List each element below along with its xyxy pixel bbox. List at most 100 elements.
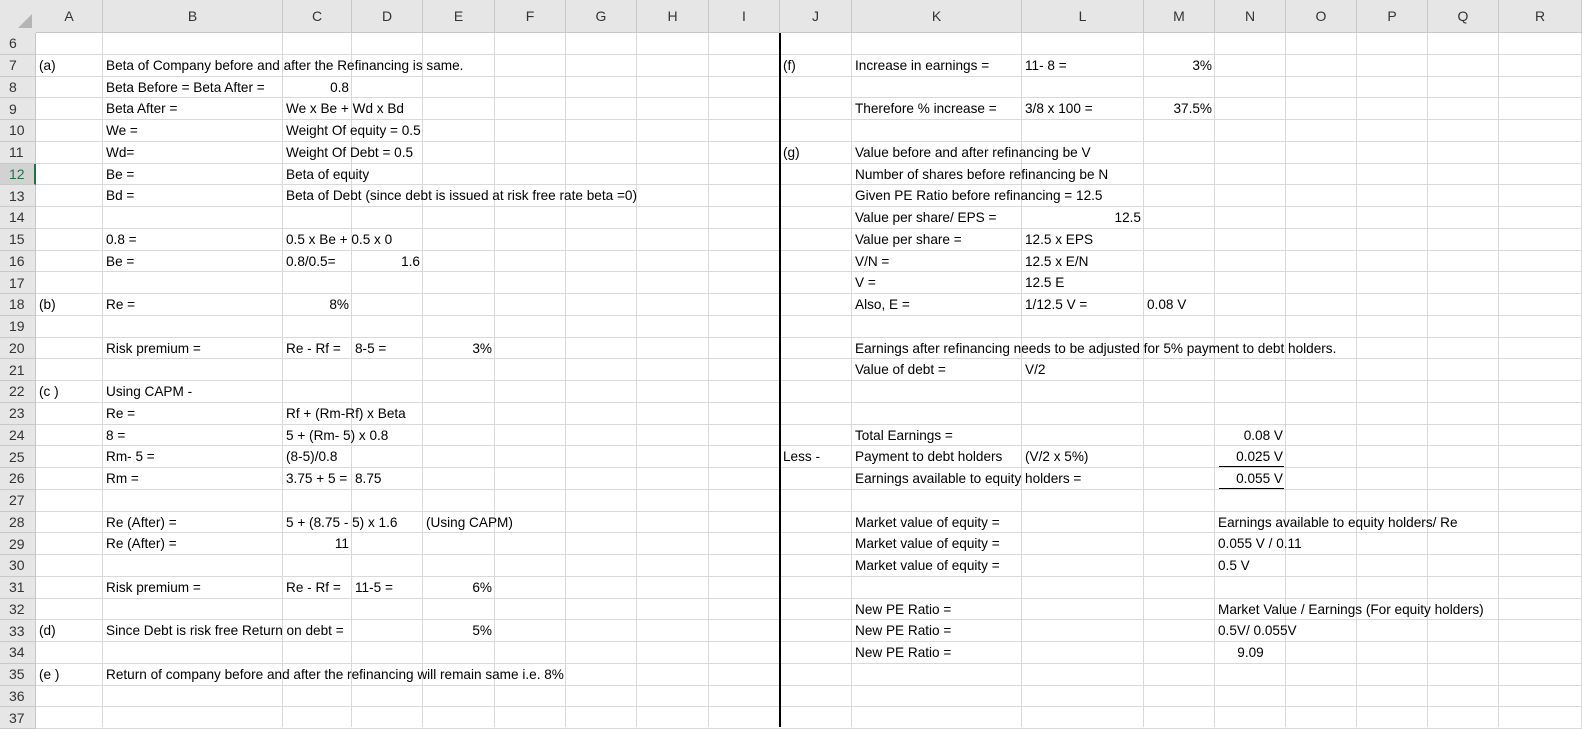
cell-n32[interactable]: Market Value / Earnings (For equity hold… (1215, 599, 1487, 621)
cell-c26[interactable]: 3.75 + 5 = (283, 468, 350, 490)
row-header-23[interactable]: 23 (0, 402, 36, 425)
cell-b28[interactable]: Re (After) = (103, 512, 180, 534)
cell-l18[interactable]: 1/12.5 V = (1022, 294, 1090, 316)
row-header-29[interactable]: 29 (0, 533, 36, 555)
cell-b26[interactable]: Rm = (103, 468, 142, 490)
cell-k11[interactable]: Value before and after refinancing be V (852, 142, 1094, 164)
cell-k26[interactable]: Earnings available to equity holders = (852, 468, 1084, 490)
cell-k14[interactable]: Value per share/ EPS = (852, 207, 999, 229)
row-header-11[interactable]: 11 (0, 141, 36, 164)
row-header-15[interactable]: 15 (0, 228, 36, 251)
cell-a18[interactable]: (b) (36, 294, 59, 316)
cell-k7[interactable]: Increase in earnings = (852, 55, 992, 77)
row-header-28[interactable]: 28 (0, 511, 36, 534)
cell-c24[interactable]: 5 + (Rm- 5) x 0.8 (283, 425, 391, 447)
column-header-g[interactable]: G (566, 0, 637, 33)
column-header-d[interactable]: D (352, 0, 423, 33)
cell-b15[interactable]: 0.8 = (103, 229, 140, 251)
cell-k13[interactable]: Given PE Ratio before refinancing = 12.5 (852, 185, 1105, 207)
cell-b23[interactable]: Re = (103, 403, 138, 425)
column-header-j[interactable]: J (780, 0, 852, 33)
row-header-31[interactable]: 31 (0, 576, 36, 599)
cell-b35[interactable]: Return of company before and after the r… (103, 664, 567, 686)
row-header-7[interactable]: 7 (0, 54, 36, 77)
row-header-35[interactable]: 35 (0, 663, 36, 686)
column-header-n[interactable]: N (1215, 0, 1286, 33)
cell-l7[interactable]: 11- 8 = (1022, 55, 1070, 77)
row-header-17[interactable]: 17 (0, 272, 36, 294)
cell-l16[interactable]: 12.5 x E/N (1022, 251, 1091, 273)
cell-l14[interactable]: 12.5 (1022, 207, 1144, 229)
cell-b8[interactable]: Beta Before = Beta After = (103, 77, 283, 99)
cell-k21[interactable]: Value of debt = (852, 359, 949, 381)
cell-b29[interactable]: Re (After) = (103, 533, 180, 555)
cell-k34[interactable]: New PE Ratio = (852, 642, 954, 664)
cell-k32[interactable]: New PE Ratio = (852, 599, 954, 621)
cell-m18[interactable]: 0.08 V (1144, 294, 1189, 316)
cell-c8[interactable]: 0.8 (283, 77, 352, 99)
column-header-m[interactable]: M (1144, 0, 1215, 33)
cell-c10[interactable]: Weight Of equity = 0.5 (283, 120, 424, 142)
row-header-8[interactable]: 8 (0, 76, 36, 99)
column-header-o[interactable]: O (1286, 0, 1357, 33)
cell-b13[interactable]: Bd = (103, 185, 137, 207)
cell-c20[interactable]: Re - Rf = (283, 338, 344, 360)
cell-j11[interactable]: (g) (780, 142, 803, 164)
cell-c29[interactable]: 11 (283, 533, 352, 555)
row-header-19[interactable]: 19 (0, 315, 36, 338)
row-header-12[interactable]: 12 (0, 163, 36, 186)
cell-n24[interactable]: 0.08 V (1215, 425, 1286, 447)
row-header-36[interactable]: 36 (0, 685, 36, 708)
cell-k20[interactable]: Earnings after refinancing needs to be a… (852, 338, 1339, 360)
row-header-24[interactable]: 24 (0, 424, 36, 447)
cell-b12[interactable]: Be = (103, 164, 137, 186)
cell-d26[interactable]: 8.75 (352, 468, 384, 490)
select-all-corner[interactable] (0, 0, 36, 33)
cell-l17[interactable]: 12.5 E (1022, 272, 1067, 294)
cell-c25[interactable]: (8-5)/0.8 (283, 446, 340, 468)
cell-n34[interactable]: 9.09 (1215, 642, 1286, 664)
row-header-10[interactable]: 10 (0, 120, 36, 142)
column-header-f[interactable]: F (495, 0, 566, 33)
cell-l21[interactable]: V/2 (1022, 359, 1048, 381)
cell-b18[interactable]: Re = (103, 294, 138, 316)
cell-b22[interactable]: Using CAPM - (103, 381, 195, 403)
column-header-q[interactable]: Q (1428, 0, 1499, 33)
cell-b9[interactable]: Beta After = (103, 98, 180, 120)
row-header-32[interactable]: 32 (0, 598, 36, 621)
cell-e31[interactable]: 6% (423, 577, 495, 599)
cell-c13[interactable]: Beta of Debt (since debt is issued at ri… (283, 185, 640, 207)
cell-b11[interactable]: Wd= (103, 142, 137, 164)
row-header-13[interactable]: 13 (0, 185, 36, 207)
cell-b16[interactable]: Be = (103, 251, 137, 273)
column-header-p[interactable]: P (1357, 0, 1428, 33)
column-header-b[interactable]: B (103, 0, 283, 33)
cell-l9[interactable]: 3/8 x 100 = (1022, 98, 1096, 120)
row-header-25[interactable]: 25 (0, 446, 36, 468)
cell-c12[interactable]: Beta of equity (283, 164, 372, 186)
cell-k29[interactable]: Market value of equity = (852, 533, 1003, 555)
column-header-i[interactable]: I (709, 0, 780, 33)
cell-a22[interactable]: (c ) (36, 381, 62, 403)
cell-b25[interactable]: Rm- 5 = (103, 446, 158, 468)
cell-n29[interactable]: 0.055 V / 0.11 (1215, 533, 1305, 555)
cell-c11[interactable]: Weight Of Debt = 0.5 (283, 142, 416, 164)
cell-k16[interactable]: V/N = (852, 251, 892, 273)
cell-l25[interactable]: (V/2 x 5%) (1022, 446, 1091, 468)
cell-c31[interactable]: Re - Rf = (283, 577, 344, 599)
column-header-k[interactable]: K (852, 0, 1022, 33)
row-header-22[interactable]: 22 (0, 381, 36, 403)
cell-a35[interactable]: (e ) (36, 664, 62, 686)
row-header-27[interactable]: 27 (0, 489, 36, 512)
cell-d31[interactable]: 11-5 = (352, 577, 396, 599)
column-header-r[interactable]: R (1499, 0, 1582, 33)
cell-k28[interactable]: Market value of equity = (852, 512, 1003, 534)
cell-e20[interactable]: 3% (423, 338, 495, 360)
cell-k30[interactable]: Market value of equity = (852, 555, 1003, 577)
cell-k33[interactable]: New PE Ratio = (852, 620, 954, 642)
cell-k18[interactable]: Also, E = (852, 294, 913, 316)
cell-b7[interactable]: Beta of Company before and after the Ref… (103, 55, 466, 77)
cell-n25[interactable]: 0.025 V (1215, 446, 1286, 468)
cell-m7[interactable]: 3% (1144, 55, 1215, 77)
cell-k25[interactable]: Payment to debt holders (852, 446, 1022, 468)
